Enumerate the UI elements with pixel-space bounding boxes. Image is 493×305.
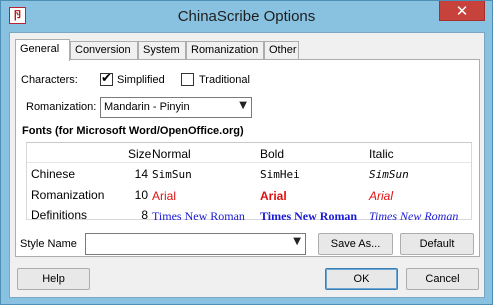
tab-general[interactable]: General [15, 39, 70, 61]
fonts-header-bold: Bold [260, 147, 285, 161]
fonts-size-chinese[interactable]: 14 [128, 167, 148, 181]
ok-button[interactable]: OK [325, 268, 398, 290]
font-definitions-normal[interactable]: Times New Roman [152, 209, 245, 224]
tab-other[interactable]: Other [264, 41, 299, 60]
tab-label: System [143, 44, 180, 56]
traditional-label[interactable]: Traditional [199, 74, 250, 86]
check-mark-icon: ✔ [101, 71, 112, 86]
fonts-header-normal: Normal [152, 147, 191, 161]
font-chinese-normal[interactable]: SimSun [152, 168, 192, 181]
chevron-down-icon: ▼ [239, 100, 247, 111]
tab-conversion[interactable]: Conversion [70, 41, 138, 60]
save-as-button[interactable]: Save As... [318, 233, 393, 255]
romanization-select-value: Mandarin - Pinyin [104, 101, 190, 113]
traditional-checkbox[interactable] [181, 73, 194, 86]
tab-label: General [20, 43, 60, 55]
romanization-select[interactable]: Mandarin - Pinyin ▼ [100, 97, 252, 118]
simplified-label[interactable]: Simplified [117, 74, 165, 86]
font-romanization-bold[interactable]: Arial [260, 189, 287, 203]
font-romanization-italic[interactable]: Arial [369, 189, 393, 203]
font-chinese-italic[interactable]: SimSun [369, 168, 409, 181]
font-chinese-bold[interactable]: SimHei [260, 168, 300, 181]
font-definitions-italic[interactable]: Times New Roman [369, 209, 458, 224]
help-button[interactable]: Help [17, 268, 90, 290]
title-bar[interactable]: 卪 ChinaScribe Options ✕ [1, 1, 492, 32]
fonts-table: Size Normal Bold Italic Chinese 14 SimSu… [26, 142, 472, 223]
font-romanization-normal[interactable]: Arial [152, 189, 176, 203]
dialog-client-area: General Conversion System Romanization O… [9, 32, 485, 298]
tab-label: Conversion [75, 44, 131, 56]
header-divider [27, 162, 471, 163]
window-title: ChinaScribe Options [177, 8, 316, 25]
options-dialog: 卪 ChinaScribe Options ✕ General Conversi… [0, 0, 493, 305]
chevron-down-icon: ▼ [293, 236, 301, 247]
fonts-group-title: Fonts (for Microsoft Word/OpenOffice.org… [22, 125, 244, 137]
fonts-row-label-definitions: Definitions [31, 208, 88, 222]
fonts-header-italic: Italic [369, 147, 394, 161]
fonts-row-label-chinese: Chinese [31, 167, 76, 181]
romanization-label: Romanization: [26, 101, 97, 113]
simplified-checkbox[interactable]: ✔ [100, 71, 113, 86]
tab-label: Other [269, 44, 297, 56]
default-button[interactable]: Default [400, 233, 474, 255]
fonts-size-definitions[interactable]: 8 [128, 208, 148, 222]
style-name-label: Style Name [20, 238, 77, 250]
font-definitions-bold[interactable]: Times New Roman [260, 209, 357, 224]
tab-romanization[interactable]: Romanization [186, 41, 264, 60]
tab-label: Romanization [191, 44, 259, 56]
fonts-row-label-romanization: Romanization [31, 188, 105, 202]
close-button[interactable]: ✕ [439, 1, 485, 21]
fonts-header-size: Size [128, 147, 152, 161]
fonts-size-romanization[interactable]: 10 [128, 188, 148, 202]
close-icon: ✕ [455, 2, 469, 20]
characters-label: Characters: [21, 74, 78, 86]
style-name-select[interactable]: ▼ [85, 233, 306, 255]
tab-system[interactable]: System [138, 41, 186, 60]
cancel-button[interactable]: Cancel [406, 268, 479, 290]
general-tab-panel: Characters: ✔ Simplified Traditional Rom… [15, 59, 480, 257]
